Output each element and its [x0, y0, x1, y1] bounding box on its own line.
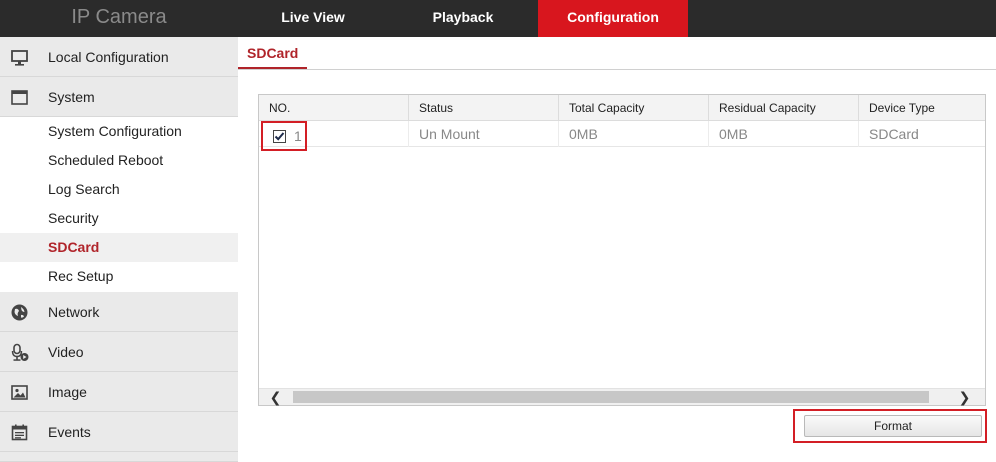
sidebar-item-label: System	[48, 89, 95, 105]
sidebar-item-local-configuration[interactable]: Local Configuration	[0, 37, 238, 77]
sidebar-item-rec-setup[interactable]: Rec Setup	[0, 262, 238, 291]
sidebar-item-scheduled-reboot[interactable]: Scheduled Reboot	[0, 146, 238, 175]
tab-sdcard[interactable]: SDCard	[238, 37, 308, 69]
checkmark-icon	[274, 132, 285, 141]
cell-no: 1	[259, 121, 409, 151]
sidebar-item-more[interactable]	[0, 452, 238, 462]
sidebar-item-system[interactable]: System	[0, 77, 238, 117]
sidebar-item-security[interactable]: Security	[0, 204, 238, 233]
system-submenu: System Configuration Scheduled Reboot Lo…	[0, 117, 238, 293]
tab-playback[interactable]: Playback	[388, 0, 538, 37]
sidebar-item-image[interactable]: Image	[0, 372, 238, 412]
tab-divider	[238, 69, 996, 70]
calendar-icon	[10, 423, 29, 442]
cell-total-capacity: 0MB	[559, 121, 709, 147]
sidebar-item-system-configuration[interactable]: System Configuration	[0, 117, 238, 146]
top-bar: IP Camera Live View Playback Configurati…	[0, 0, 996, 37]
sidebar-item-network[interactable]: Network	[0, 292, 238, 332]
sidebar-item-label: Image	[48, 384, 87, 400]
row-checkbox[interactable]	[273, 130, 286, 143]
sidebar-item-log-search[interactable]: Log Search	[0, 175, 238, 204]
column-header-device-type: Device Type	[869, 101, 935, 115]
sidebar-item-label: Network	[48, 304, 100, 320]
table-row[interactable]: 1 Un Mount 0MB 0MB SDCard	[259, 121, 985, 151]
window-icon	[10, 88, 29, 107]
tab-configuration[interactable]: Configuration	[538, 0, 688, 37]
sidebar-item-label: Events	[48, 424, 91, 440]
selected-row-highlight: 1	[261, 121, 307, 151]
column-header-residual-capacity: Residual Capacity	[709, 95, 859, 121]
cell-device-type: SDCard	[869, 126, 919, 142]
column-header-no: NO.	[259, 95, 409, 121]
scroll-right-icon[interactable]: ❯	[956, 389, 973, 405]
sidebar-item-label: Video	[48, 344, 84, 360]
monitor-icon	[10, 48, 29, 67]
main-content: SDCard NO. Status Total Capacity Residua…	[238, 37, 996, 462]
cell-status: Un Mount	[409, 121, 559, 147]
app-title: IP Camera	[71, 6, 167, 28]
image-icon	[10, 383, 29, 402]
scroll-left-icon[interactable]: ❮	[267, 389, 284, 405]
format-button-highlight: Format	[793, 409, 987, 443]
scrollbar-thumb[interactable]	[293, 391, 929, 403]
sidebar-item-sdcard[interactable]: SDCard	[0, 233, 238, 262]
row-number: 1	[294, 128, 302, 144]
globe-icon	[10, 303, 29, 322]
sidebar-item-label: Local Configuration	[48, 49, 169, 65]
sidebar-item-video[interactable]: Video	[0, 332, 238, 372]
cell-residual-capacity: 0MB	[709, 121, 859, 147]
tab-live-view[interactable]: Live View	[238, 0, 388, 37]
column-header-status: Status	[409, 95, 559, 121]
sidebar: Local Configuration System System Config…	[0, 37, 238, 462]
table-header: NO. Status Total Capacity Residual Capac…	[259, 95, 985, 121]
horizontal-scrollbar[interactable]: ❮ ❯	[259, 388, 985, 405]
sidebar-item-events[interactable]: Events	[0, 412, 238, 452]
column-header-total-capacity: Total Capacity	[559, 95, 709, 121]
sdcard-table: NO. Status Total Capacity Residual Capac…	[258, 94, 986, 406]
microphone-icon	[10, 343, 29, 362]
format-button[interactable]: Format	[804, 415, 982, 437]
